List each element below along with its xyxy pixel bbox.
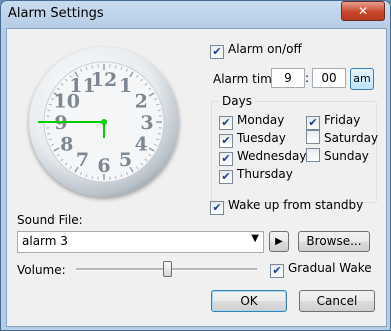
sunday-checkbox-box[interactable]	[306, 148, 320, 162]
chevron-down-icon[interactable]: ▼	[251, 233, 259, 244]
wake-standby-checkbox-box[interactable]: ✔	[210, 201, 224, 215]
day-checkbox-thursday[interactable]: ✔ Thursday	[219, 166, 293, 184]
friday-label: Friday	[324, 113, 361, 127]
clock-numeral: 5	[119, 149, 132, 171]
alarm-minute-input[interactable]: 00	[312, 68, 346, 88]
ok-button[interactable]: OK	[211, 290, 287, 312]
analog-clock: 121234567891011	[29, 47, 179, 197]
am-pm-button[interactable]: am	[350, 68, 374, 90]
clock-numeral: 8	[60, 134, 73, 156]
day-checkbox-monday[interactable]: ✔ Monday	[219, 112, 285, 130]
tuesday-label: Tuesday	[237, 131, 286, 145]
wake-standby-checkbox[interactable]: ✔ Wake up from standby	[210, 197, 364, 215]
days-group-title: Days	[219, 94, 255, 108]
thursday-label: Thursday	[237, 167, 293, 181]
tuesday-checkbox-box[interactable]: ✔	[219, 134, 233, 148]
alarm-on-checkbox[interactable]: ✔ Alarm on/off	[210, 41, 302, 59]
sunday-label: Sunday	[324, 149, 369, 163]
wednesday-label: Wednesday	[237, 149, 307, 163]
clock-numeral: 7	[76, 149, 89, 171]
clock-numeral: 1	[119, 75, 132, 97]
dialog-body: 121234567891011 ✔Alarm on/off Alarm time…	[6, 28, 387, 327]
day-checkbox-sunday[interactable]: Sunday	[306, 148, 369, 164]
alarm-settings-window: Alarm Settings ✕ 121234567891011 ✔ Alarm …	[0, 0, 391, 331]
saturday-checkbox-box[interactable]	[306, 130, 320, 144]
friday-checkbox-box[interactable]: ✔	[306, 116, 320, 130]
gradual-wake-checkbox-box[interactable]: ✔	[270, 264, 284, 278]
day-checkbox-wednesday[interactable]: ✔ Wednesday	[219, 148, 307, 166]
alarm-on-checkbox-box[interactable]: ✔	[210, 45, 224, 59]
sound-file-dropdown[interactable]: alarm 3 ▼	[17, 231, 264, 253]
sound-file-label: Sound File:	[17, 213, 83, 227]
thursday-checkbox-box[interactable]: ✔	[219, 170, 233, 184]
cancel-button[interactable]: Cancel	[299, 290, 375, 312]
browse-button[interactable]: Browse...	[298, 231, 370, 252]
day-checkbox-saturday[interactable]: Saturday	[306, 130, 378, 146]
monday-checkbox-box[interactable]: ✔	[219, 116, 233, 130]
clock-numeral: 3	[140, 112, 153, 134]
alarm-on-label: Alarm on/off	[228, 42, 302, 56]
clock-numeral: 6	[97, 155, 110, 177]
gradual-wake-label: Gradual Wake	[288, 261, 372, 275]
window-title: Alarm Settings	[8, 6, 104, 21]
wednesday-checkbox-box[interactable]: ✔	[219, 152, 233, 166]
volume-slider-thumb[interactable]	[162, 261, 172, 277]
clock-center-pin	[101, 119, 107, 125]
alarm-hour-input[interactable]: 9	[271, 68, 305, 88]
monday-label: Monday	[237, 113, 285, 127]
clock-numeral: 2	[135, 91, 148, 113]
volume-label: Volume:	[17, 263, 66, 277]
clock-numeral: 11	[69, 75, 95, 97]
clock-numeral: 4	[135, 134, 148, 156]
gradual-wake-checkbox[interactable]: ✔ Gradual Wake	[270, 260, 372, 278]
title-bar[interactable]: Alarm Settings ✕	[0, 0, 391, 28]
time-separator: :	[305, 71, 310, 85]
close-button[interactable]: ✕	[341, 1, 385, 21]
clock-face: 121234567891011	[38, 61, 165, 183]
play-icon: ▶	[275, 236, 283, 247]
sound-file-value: alarm 3	[22, 234, 68, 248]
day-checkbox-friday[interactable]: ✔ Friday	[306, 112, 361, 130]
close-icon: ✕	[357, 4, 369, 18]
wake-standby-label: Wake up from standby	[228, 198, 364, 212]
play-sound-button[interactable]: ▶	[269, 231, 289, 252]
saturday-label: Saturday	[324, 131, 379, 145]
day-checkbox-tuesday[interactable]: ✔ Tuesday	[219, 130, 286, 148]
